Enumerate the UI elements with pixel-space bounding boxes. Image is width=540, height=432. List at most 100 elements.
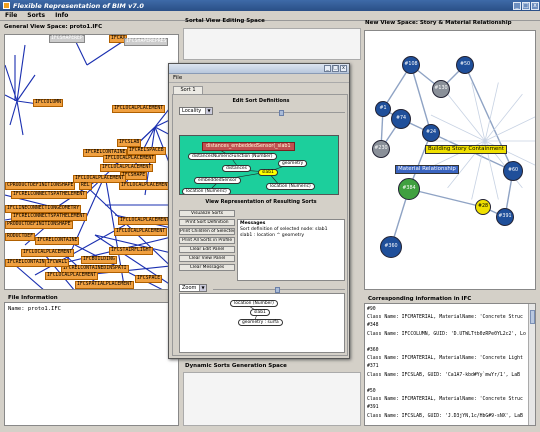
graph-node[interactable]: IFCSHAPEREPRES (124, 38, 169, 46)
file-info-pane: Name: proto1.IFC (4, 302, 179, 426)
print-sort-definition-button[interactable]: Print Sort Definition (179, 219, 235, 226)
definition-node[interactable]: embeddedSensor (194, 177, 241, 184)
slider-knob[interactable] (279, 110, 284, 116)
network-node[interactable]: #74 (391, 109, 411, 129)
maximize-button[interactable]: □ (522, 1, 530, 10)
view-node[interactable]: slab1 (250, 309, 270, 316)
message-line: slab1 : location ^ geometry (240, 233, 305, 238)
graph-node[interactable]: IFCLOCALPLACEMENT (118, 217, 172, 225)
tab-sort-1[interactable]: Sort 1 (173, 86, 203, 94)
graph-node[interactable]: IFCSHAPEREP (49, 35, 85, 43)
sort-window-close-button[interactable]: x (340, 65, 347, 72)
minimize-button[interactable]: _ (513, 1, 521, 10)
network-node[interactable]: #50 (456, 56, 474, 74)
definition-node[interactable]: location (Numeric) (182, 188, 231, 194)
view-node[interactable]: geometry : surfa (238, 319, 283, 326)
print-children-button[interactable]: Print Children of Selected (179, 228, 235, 235)
graph-node[interactable]: IFCSPACE (135, 275, 163, 283)
network-node[interactable]: #391 (496, 208, 514, 226)
network-node[interactable]: #60 (503, 161, 523, 181)
menu-file[interactable]: File (0, 12, 22, 19)
sort-window[interactable]: _ □ x File Sort 1 Edit Sort Definitions … (168, 63, 350, 359)
material-relationship-label[interactable]: Material Relationship (395, 165, 459, 174)
sortal-view-canvas[interactable] (183, 28, 361, 60)
sort-window-titlebar[interactable]: _ □ x (169, 64, 349, 74)
network-node[interactable]: #384 (398, 178, 420, 200)
ifc-line: #391 (367, 405, 379, 411)
graph-node[interactable]: IFCRELCONNECTSPATHELEMENT (11, 191, 88, 199)
ifc-info-pane: #90 Class Name: IFCMATERIAL, MaterialNam… (364, 303, 536, 426)
definition-node[interactable]: geometry (278, 160, 308, 167)
sort-menu-file[interactable]: File (173, 75, 182, 81)
definition-node[interactable]: distancesNumericFunction (Number) (188, 153, 277, 160)
graph-node[interactable]: IFCLOCALPLACEMENT (45, 272, 99, 280)
graph-node[interactable]: IFCSLAB (117, 139, 142, 147)
graph-node[interactable]: IFCLOCALPLACEMENT (103, 155, 157, 163)
new-view-title: New View Space: Story & Material Relatio… (365, 20, 512, 26)
graph-node[interactable]: IFCLOCALPLACEMENT (119, 182, 173, 190)
clear-edit-panel-button[interactable]: Clear Edit Panel (179, 246, 235, 253)
graph-node[interactable]: IFCLOCALPLACEMENT (21, 249, 75, 257)
sort-window-maximize-button[interactable]: □ (332, 65, 339, 72)
network-node[interactable]: #108 (402, 56, 420, 74)
definition-node[interactable]: location (Numeric) (266, 183, 315, 190)
clear-view-panel-button[interactable]: Clear View Panel (179, 255, 235, 262)
print-all-sorts-button[interactable]: Print All Sorts in Profile (179, 237, 235, 244)
clear-messages-button[interactable]: Clear Messages (179, 264, 235, 271)
graph-node[interactable]: IFCLOCALPLACEMENT (100, 164, 154, 172)
graph-node[interactable]: PRODUCTDEFINITIONSHAPE (5, 221, 73, 229)
graph-node[interactable]: IFCLINECONNECTIONGEOMETRY (5, 205, 82, 213)
sort-window-minimize-button[interactable]: _ (324, 65, 331, 72)
menu-info[interactable]: Info (50, 12, 73, 19)
view-node[interactable]: location (Number) (230, 300, 278, 307)
ifc-scrollbar[interactable] (528, 304, 535, 425)
sort-tab-body: Edit Sort Definitions Locality ▼ distance… (172, 94, 348, 356)
definition-banner[interactable]: distances_embeddedSensor(_slab1 (202, 142, 295, 151)
graph-node[interactable]: IFCCOLUMN (33, 99, 63, 107)
graph-node[interactable]: RODUCTDEF (5, 233, 35, 241)
network-node[interactable]: #28 (475, 199, 491, 215)
scroll-thumb[interactable] (530, 310, 535, 324)
graph-node[interactable]: IFCRELCONTAINE (5, 259, 50, 267)
graph-node[interactable]: IFCSPATIALPLACEMENT (75, 281, 134, 289)
graph-node[interactable]: CPRODUCTDEFINITIONSHAPE (5, 182, 76, 190)
graph-node[interactable]: REL (79, 182, 92, 190)
new-view-canvas[interactable]: #108 #130 #50 #1 #74 #230 #24 #60 #28 #391 #384 #36… (364, 30, 536, 290)
network-node[interactable]: #360 (380, 236, 402, 258)
locality-select[interactable]: Locality ▼ (179, 107, 213, 115)
graph-node[interactable]: IFCBUILDING (81, 256, 117, 264)
general-view-canvas[interactable]: IFCSHAPEREP IFCAX IFCSHAPEREPRES IFCCOLU… (4, 34, 179, 290)
corresponding-title: Corresponding information in IFC (368, 296, 472, 302)
definition-node[interactable]: distances (222, 165, 251, 172)
graph-node[interactable]: IFCRELSPACEB (127, 147, 166, 155)
network-node[interactable]: #130 (432, 80, 450, 98)
graph-node[interactable]: IFCSTAIRFLIGHT (109, 247, 154, 255)
sortal-view-title: Sortal View Editing Space (185, 18, 265, 24)
graph-node[interactable]: IFCLOCALPLACEMENT (114, 228, 168, 236)
visualize-sorts-button[interactable]: Visualize Sorts (179, 210, 235, 217)
view-representation-canvas[interactable]: location (Number) slab1 geometry : surfa (179, 293, 345, 353)
window-title: Flexible Representation of BIM v7.0 (13, 1, 144, 10)
dynamic-sorts-canvas[interactable] (183, 372, 361, 426)
graph-node[interactable]: IFCRELCONTAINE (35, 237, 80, 245)
chevron-down-icon: ▼ (199, 285, 206, 291)
zoom-select[interactable]: Zoom ▼ (179, 284, 207, 292)
definition-node-selected[interactable]: slab1 (258, 169, 278, 176)
file-info-title: File Information (8, 295, 58, 301)
sort-definition-canvas[interactable]: distances_embeddedSensor(_slab1 distance… (179, 135, 339, 195)
ifc-line: Class Name: IFCSLAB, GUID: 'Ca1A7-kbd#Yy… (367, 372, 521, 378)
app-icon (3, 2, 10, 9)
menu-sorts[interactable]: Sorts (22, 12, 50, 19)
messages-box[interactable]: Messages Sort definition of selected nod… (237, 219, 345, 281)
locality-slider[interactable] (219, 110, 345, 118)
network-node[interactable]: #230 (372, 140, 390, 158)
graph-node[interactable]: IFCWALL (45, 259, 70, 267)
network-node[interactable]: #24 (422, 124, 440, 142)
graph-node[interactable]: IFCRELCONNECTSPATHELEMENT (11, 213, 88, 221)
network-node[interactable]: #1 (375, 101, 391, 117)
file-name-label: Name: (8, 306, 25, 312)
ifc-line: Class Name: IFCMATERIAL, MaterialName: '… (367, 397, 523, 403)
graph-node[interactable]: IFCLOCALPLACEMENT (112, 105, 166, 113)
story-containment-label[interactable]: Building Story Containment (425, 145, 507, 154)
close-button[interactable]: x (531, 1, 539, 10)
